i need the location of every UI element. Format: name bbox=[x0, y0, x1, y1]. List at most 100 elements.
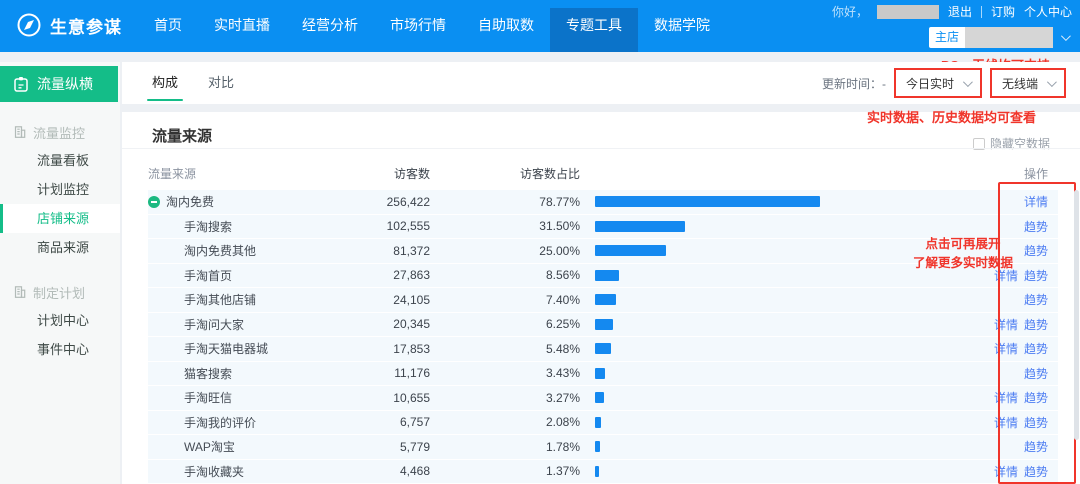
col-actions: 操作 bbox=[1023, 166, 1048, 181]
row-visitor-share: 6.25% bbox=[545, 317, 580, 332]
row-visitor-share: 78.77% bbox=[539, 194, 580, 209]
row-visitors: 27,863 bbox=[393, 268, 430, 283]
row-visitors: 81,372 bbox=[393, 243, 430, 258]
row-source-name[interactable]: 手淘首页 bbox=[148, 267, 298, 284]
detail-link[interactable]: 详情 bbox=[1024, 195, 1048, 209]
row-visitors: 5,779 bbox=[399, 439, 430, 454]
row-visitors: 256,422 bbox=[386, 194, 430, 209]
terminal-select[interactable]: 无线端 bbox=[989, 68, 1066, 98]
row-source-name[interactable]: 手淘我的评价 bbox=[148, 414, 298, 431]
trend-link[interactable]: 趋势 bbox=[1024, 465, 1048, 479]
nav-item[interactable]: 首页 bbox=[138, 8, 198, 52]
share-bar-cell bbox=[580, 416, 942, 428]
hide-empty-label: 隐藏空数据 bbox=[989, 137, 1050, 151]
brand-logo[interactable]: 生意参谋 bbox=[16, 12, 122, 38]
trend-link[interactable]: 趋势 bbox=[1024, 440, 1048, 454]
trend-link[interactable]: 趋势 bbox=[1024, 293, 1048, 307]
trend-link[interactable]: 趋势 bbox=[1024, 367, 1048, 381]
row-source-name[interactable]: 猫客搜索 bbox=[148, 365, 298, 382]
row-actions: 详情 趋势 bbox=[942, 463, 1058, 480]
nav-item[interactable]: 自助取数 bbox=[462, 8, 550, 52]
row-source-name[interactable]: 手淘旺信 bbox=[148, 389, 298, 406]
trend-link[interactable]: 趋势 bbox=[1024, 220, 1048, 234]
nav-item[interactable]: 数据学院 bbox=[638, 8, 726, 52]
sidebar-item[interactable]: 商品来源 bbox=[0, 233, 120, 262]
share-bar bbox=[595, 343, 611, 355]
row-visitors: 10,655 bbox=[393, 390, 430, 405]
row-visitor-share: 25.00% bbox=[539, 243, 580, 258]
row-source-name[interactable]: 手淘搜索 bbox=[148, 218, 298, 235]
sidebar-item[interactable]: 流量看板 bbox=[0, 146, 120, 175]
row-visitor-share: 1.37% bbox=[545, 464, 580, 479]
nav-item[interactable]: 专题工具 bbox=[550, 8, 638, 52]
sidebar-product-header[interactable]: 流量纵横 bbox=[0, 66, 118, 102]
main-nav: 首页 实时直播 经营分析 市场行情 自助取数 专题工具 数据学院 bbox=[138, 8, 726, 52]
detail-link[interactable]: 详情 bbox=[994, 391, 1018, 405]
row-actions: 详情 趋势 bbox=[942, 340, 1058, 357]
trend-link[interactable]: 趋势 bbox=[1024, 391, 1048, 405]
trend-link[interactable]: 趋势 bbox=[1024, 342, 1048, 356]
trend-link[interactable]: 趋势 bbox=[1024, 416, 1048, 430]
source-name-text: 淘内免费 bbox=[166, 195, 215, 210]
share-bar-cell bbox=[580, 196, 942, 208]
row-actions: 趋势 bbox=[942, 438, 1058, 455]
row-actions: 详情 趋势 bbox=[942, 316, 1058, 333]
row-source-name[interactable]: 手淘收藏夹 bbox=[148, 463, 298, 480]
table-row: WAP淘宝 5,779 1.78% 趋势 bbox=[148, 435, 1058, 460]
date-range-value: 今日实时 bbox=[905, 76, 954, 91]
row-visitor-share: 8.56% bbox=[545, 268, 580, 283]
nav-item[interactable]: 市场行情 bbox=[374, 8, 462, 52]
source-name-text: 手淘首页 bbox=[184, 268, 233, 283]
panel-title: 流量来源 bbox=[152, 128, 213, 145]
sidebar-groups: 流量监控 流量看板 计划监控 店铺来源 商品来源 制定计划 计划中心 事件中心 bbox=[0, 118, 120, 364]
detail-link[interactable]: 详情 bbox=[994, 416, 1018, 430]
shop-selector[interactable]: 主店 bbox=[928, 27, 1071, 48]
trend-link[interactable]: 趋势 bbox=[1024, 318, 1048, 332]
nav-item[interactable]: 实时直播 bbox=[198, 8, 286, 52]
row-visitor-share: 2.08% bbox=[545, 415, 580, 430]
share-bar bbox=[595, 269, 620, 281]
row-source-name[interactable]: 手淘问大家 bbox=[148, 316, 298, 333]
collapse-minus-icon[interactable] bbox=[148, 195, 160, 208]
source-name-text: WAP淘宝 bbox=[184, 440, 235, 455]
nav-item[interactable]: 经营分析 bbox=[286, 8, 374, 52]
scrollbar[interactable] bbox=[1074, 190, 1079, 440]
row-source-name[interactable]: 淘内免费其他 bbox=[148, 242, 298, 259]
row-visitor-share: 3.27% bbox=[545, 390, 580, 405]
share-bar-cell bbox=[580, 441, 942, 453]
share-bar bbox=[595, 245, 667, 257]
building-icon bbox=[13, 285, 27, 299]
sidebar-item[interactable]: 计划中心 bbox=[0, 306, 120, 335]
row-source-name[interactable]: 淘内免费 bbox=[148, 193, 298, 210]
detail-link[interactable]: 详情 bbox=[994, 465, 1018, 479]
sidebar-item[interactable]: 店铺来源 bbox=[0, 204, 120, 233]
source-name-text: 手淘收藏夹 bbox=[184, 464, 245, 479]
chevron-down-icon bbox=[1060, 31, 1071, 42]
utility-link[interactable]: 退出 bbox=[948, 3, 972, 20]
row-source-name[interactable]: 手淘其他店铺 bbox=[148, 291, 298, 308]
row-source-name[interactable]: WAP淘宝 bbox=[148, 438, 298, 455]
tab-compare[interactable]: 对比 bbox=[208, 62, 234, 104]
sidebar-item[interactable]: 事件中心 bbox=[0, 335, 120, 364]
tabs: 构成 对比 bbox=[152, 62, 234, 104]
utility-link[interactable]: 订购 bbox=[991, 3, 1015, 20]
source-name-text: 猫客搜索 bbox=[184, 366, 233, 381]
sidebar-item[interactable]: 计划监控 bbox=[0, 175, 120, 204]
utility-link[interactable]: 个人中心 bbox=[1024, 3, 1072, 20]
row-visitors: 20,345 bbox=[393, 317, 430, 332]
annotation-expand-note: 点击可再展开 了解更多实时数据 bbox=[878, 235, 1048, 273]
row-source-name[interactable]: 手淘天猫电器城 bbox=[148, 340, 298, 357]
date-range-select[interactable]: 今日实时 bbox=[893, 68, 982, 98]
hide-empty-toggle[interactable]: 隐藏空数据 bbox=[972, 135, 1050, 152]
share-bar-cell bbox=[580, 367, 942, 379]
detail-link[interactable]: 详情 bbox=[994, 318, 1018, 332]
row-visitors: 11,176 bbox=[394, 366, 430, 381]
row-actions: 趋势 bbox=[942, 218, 1058, 235]
tab-composition[interactable]: 构成 bbox=[152, 62, 178, 104]
table-row: 手淘收藏夹 4,468 1.37% 详情 趋势 bbox=[148, 459, 1058, 484]
share-bar-cell bbox=[580, 220, 942, 232]
divider bbox=[122, 148, 1080, 149]
source-name-text: 手淘搜索 bbox=[184, 219, 233, 234]
detail-link[interactable]: 详情 bbox=[994, 342, 1018, 356]
table-row: 手淘问大家 20,345 6.25% 详情 趋势 bbox=[148, 312, 1058, 337]
